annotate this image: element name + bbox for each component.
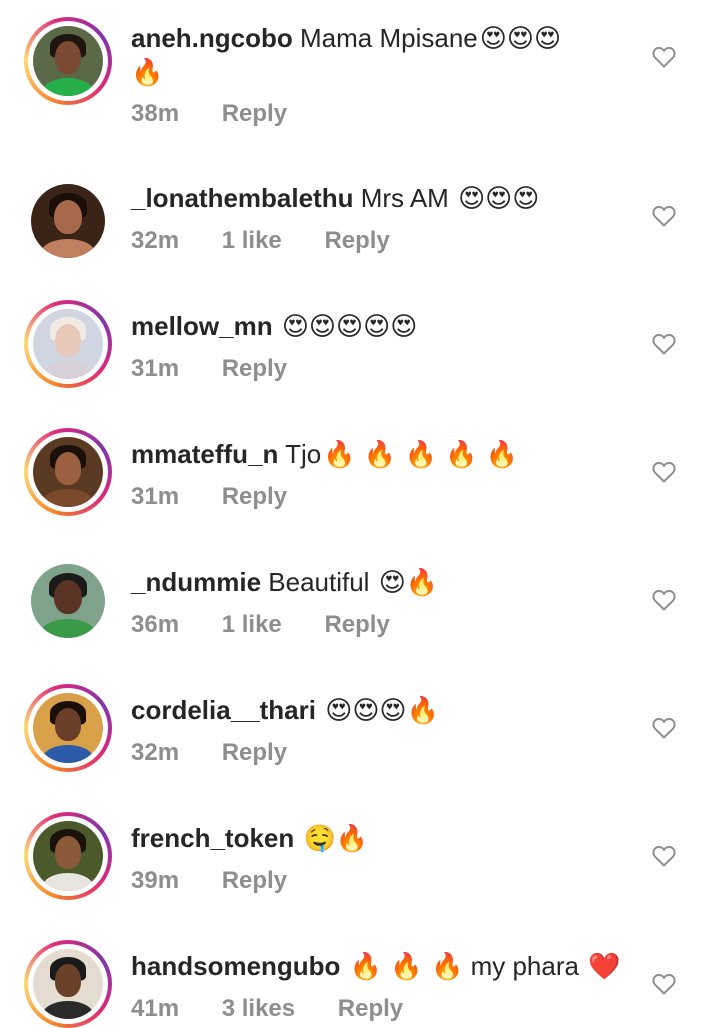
comment-item: _ndummie Beautiful 😍🔥 36m 1 like Reply: [0, 556, 720, 684]
comment-meta: 32m Reply: [131, 739, 323, 767]
heart-outline-icon[interactable]: [652, 717, 676, 739]
reply-button[interactable]: Reply: [222, 355, 287, 383]
comment-meta: 31m Reply: [131, 483, 323, 511]
comment-text: Beautiful: [268, 567, 370, 597]
like-count[interactable]: 1 like: [222, 611, 282, 639]
comment-line: handsomengubo 🔥 🔥 🔥 my phara ❤️: [131, 949, 621, 984]
avatar[interactable]: [31, 184, 105, 258]
avatar[interactable]: [24, 940, 112, 1028]
comment-line-2: 🔥: [131, 55, 163, 90]
heart-outline-icon[interactable]: [652, 589, 676, 611]
heart-outline-icon[interactable]: [652, 205, 676, 227]
comment-line: _ndummie Beautiful 😍🔥: [131, 565, 438, 600]
avatar[interactable]: [24, 17, 112, 105]
comment-meta: 36m 1 like Reply: [131, 611, 426, 639]
comment-line: cordelia__thari 😍😍😍🔥: [131, 693, 439, 728]
reply-button[interactable]: Reply: [222, 739, 287, 767]
comment-line: mmateffu_n Tjo🔥 🔥 🔥 🔥 🔥: [131, 437, 518, 472]
username[interactable]: mellow_mn: [131, 311, 273, 341]
timestamp: 39m: [131, 867, 180, 894]
timestamp: 32m: [131, 227, 180, 254]
timestamp: 32m: [131, 739, 180, 766]
avatar[interactable]: [24, 300, 112, 388]
comment-line: _lonathembalethu Mrs AM 😍😍😍: [131, 181, 539, 216]
comment-text: Mrs AM: [360, 183, 449, 213]
like-count[interactable]: 1 like: [222, 227, 282, 255]
username[interactable]: handsomengubo: [131, 951, 340, 981]
comment-meta: 41m 3 likes Reply: [131, 995, 439, 1023]
emoji: 😍😍😍😍😍: [281, 312, 418, 342]
reply-button[interactable]: Reply: [338, 995, 403, 1023]
comment-item: mmateffu_n Tjo🔥 🔥 🔥 🔥 🔥 31m Reply: [0, 428, 720, 556]
reply-button[interactable]: Reply: [324, 227, 389, 255]
avatar[interactable]: [24, 812, 112, 900]
timestamp: 36m: [131, 611, 180, 638]
reply-button[interactable]: Reply: [222, 100, 287, 128]
username[interactable]: _ndummie: [131, 567, 261, 597]
comment-item: cordelia__thari 😍😍😍🔥 32m Reply: [0, 684, 720, 812]
emoji: 🔥: [131, 58, 164, 88]
emoji: 🤤🔥: [303, 824, 369, 854]
heart-outline-icon[interactable]: [652, 333, 676, 355]
comment-line: aneh.ngcobo Mama Mpisane😍😍😍: [131, 21, 561, 56]
username[interactable]: aneh.ngcobo: [131, 23, 293, 53]
comment-text: Tjo: [285, 439, 322, 469]
avatar[interactable]: [31, 564, 105, 638]
comment-list: aneh.ngcobo Mama Mpisane😍😍😍 🔥 38m Reply …: [0, 0, 720, 1028]
comment-meta: 39m Reply: [131, 867, 323, 895]
username[interactable]: french_token: [131, 823, 294, 853]
comment-meta: 32m 1 like Reply: [131, 227, 426, 255]
emoji: 🔥 🔥 🔥: [349, 952, 464, 982]
emoji: 😍😍😍: [479, 24, 562, 54]
emoji: ❤️: [588, 952, 621, 982]
timestamp: 31m: [131, 483, 180, 510]
timestamp: 41m: [131, 995, 180, 1022]
comment-item: french_token 🤤🔥 39m Reply: [0, 812, 720, 940]
heart-outline-icon[interactable]: [652, 461, 676, 483]
comment-line: french_token 🤤🔥: [131, 821, 368, 856]
emoji: 😍🔥: [378, 568, 439, 598]
username[interactable]: _lonathembalethu: [131, 183, 353, 213]
avatar[interactable]: [24, 428, 112, 516]
heart-outline-icon[interactable]: [652, 845, 676, 867]
comment-meta: 31m Reply: [131, 355, 323, 383]
comment-meta: 38m Reply: [131, 100, 323, 128]
username[interactable]: cordelia__thari: [131, 695, 316, 725]
heart-outline-icon[interactable]: [652, 973, 676, 995]
emoji: 😍😍😍🔥: [325, 696, 439, 726]
emoji: 🔥 🔥 🔥 🔥 🔥: [323, 440, 519, 470]
comment-item: aneh.ngcobo Mama Mpisane😍😍😍 🔥 38m Reply: [0, 0, 720, 128]
timestamp: 38m: [131, 100, 180, 127]
reply-button[interactable]: Reply: [324, 611, 389, 639]
like-count[interactable]: 3 likes: [222, 995, 295, 1023]
comment-item: handsomengubo 🔥 🔥 🔥 my phara ❤️ 41m 3 li…: [0, 940, 720, 1028]
comment-text: my phara: [470, 951, 579, 981]
timestamp: 31m: [131, 355, 180, 382]
reply-button[interactable]: Reply: [222, 483, 287, 511]
username[interactable]: mmateffu_n: [131, 439, 278, 469]
comment-item: _lonathembalethu Mrs AM 😍😍😍 32m 1 like R…: [0, 180, 720, 308]
avatar[interactable]: [24, 684, 112, 772]
heart-outline-icon[interactable]: [652, 46, 676, 68]
comment-line: mellow_mn 😍😍😍😍😍: [131, 309, 417, 344]
emoji: 😍😍😍: [458, 184, 540, 214]
reply-button[interactable]: Reply: [222, 867, 287, 895]
comment-item: mellow_mn 😍😍😍😍😍 31m Reply: [0, 300, 720, 428]
comment-text: Mama Mpisane: [300, 23, 478, 53]
